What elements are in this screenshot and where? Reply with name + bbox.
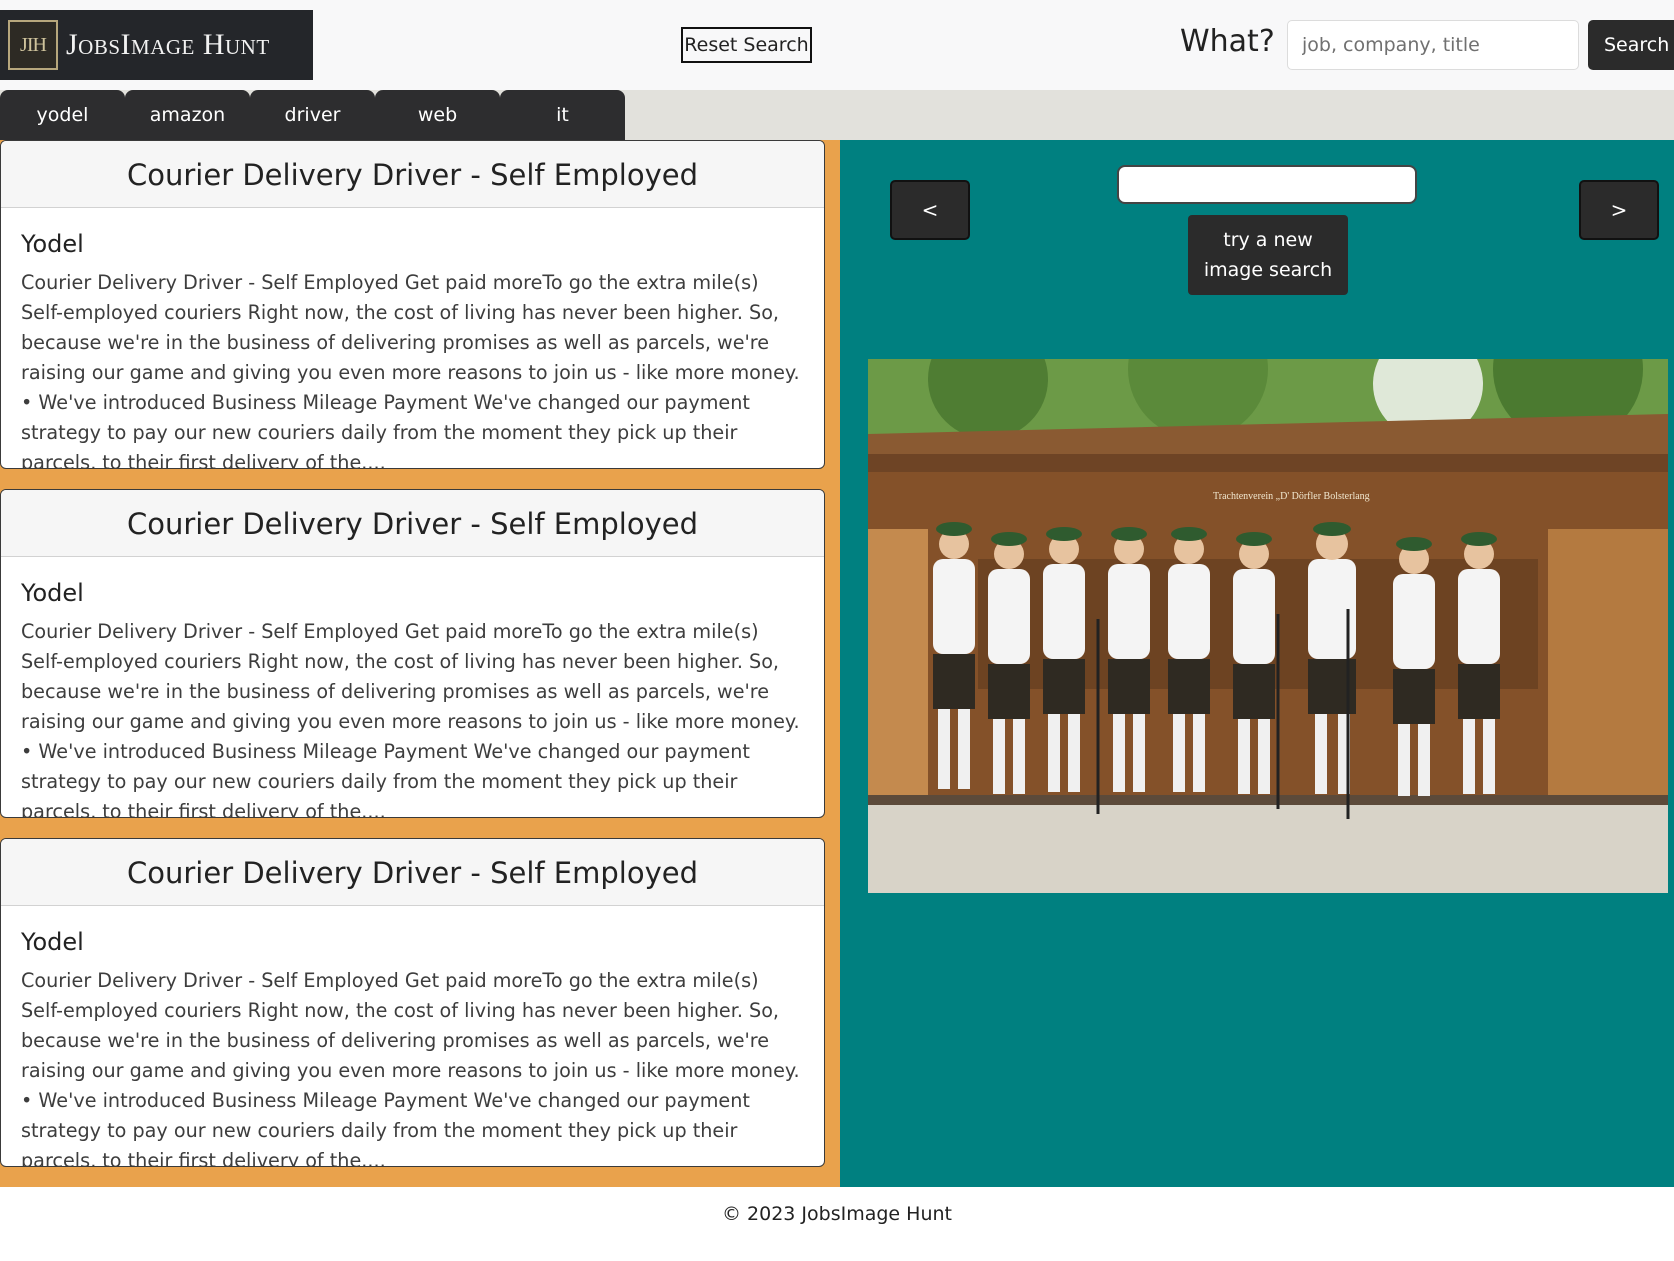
tag-amazon[interactable]: amazon	[125, 90, 250, 140]
footer-copyright: © 2023 JobsImage Hunt	[722, 1203, 952, 1225]
job-description: Courier Delivery Driver - Self Employed …	[21, 271, 800, 469]
reset-search-button[interactable]: Reset Search	[681, 27, 812, 63]
tag-web[interactable]: web	[375, 90, 500, 140]
image-search-input[interactable]	[1117, 165, 1417, 204]
job-card[interactable]: Courier Delivery Driver - Self Employed …	[0, 838, 825, 1167]
image-panel: < try a new image search > Trachtenverei…	[840, 140, 1674, 1187]
photo-sign: Trachtenverein „D' Dörfler Bolsterlang	[1213, 491, 1370, 502]
previous-image-button[interactable]: <	[890, 180, 970, 240]
search-input[interactable]	[1287, 20, 1579, 70]
job-title[interactable]: Courier Delivery Driver - Self Employed	[1, 839, 824, 906]
what-label: What?	[1180, 24, 1275, 59]
job-card[interactable]: Courier Delivery Driver - Self Employed …	[0, 140, 825, 469]
job-company: Yodel	[21, 579, 84, 607]
job-list: Courier Delivery Driver - Self Employed …	[0, 140, 840, 1187]
next-image-button[interactable]: >	[1579, 180, 1659, 240]
result-photo: Trachtenverein „D' Dörfler Bolsterlang	[868, 359, 1668, 893]
tag-yodel[interactable]: yodel	[0, 90, 125, 140]
logo-text: JobsImage Hunt	[66, 28, 270, 61]
logo-mark: JIH	[8, 20, 58, 70]
tag-it[interactable]: it	[500, 90, 625, 140]
job-company: Yodel	[21, 928, 84, 956]
job-description: Courier Delivery Driver - Self Employed …	[21, 620, 800, 818]
job-title[interactable]: Courier Delivery Driver - Self Employed	[1, 141, 824, 208]
photo-illustration: Trachtenverein „D' Dörfler Bolsterlang	[868, 359, 1668, 893]
job-description: Courier Delivery Driver - Self Employed …	[21, 969, 800, 1167]
tag-driver[interactable]: driver	[250, 90, 375, 140]
site-footer: © 2023 JobsImage Hunt	[0, 1187, 1674, 1261]
site-header: JIH JobsImage Hunt Reset Search What? Se…	[0, 0, 1674, 90]
job-title[interactable]: Courier Delivery Driver - Self Employed	[1, 490, 824, 557]
tag-bar: yodel amazon driver web it	[0, 90, 1674, 140]
search-button[interactable]: Search	[1588, 20, 1674, 70]
new-image-search-button[interactable]: try a new image search	[1188, 215, 1348, 295]
job-company: Yodel	[21, 230, 84, 258]
site-logo[interactable]: JIH JobsImage Hunt	[0, 10, 313, 80]
job-card[interactable]: Courier Delivery Driver - Self Employed …	[0, 489, 825, 818]
